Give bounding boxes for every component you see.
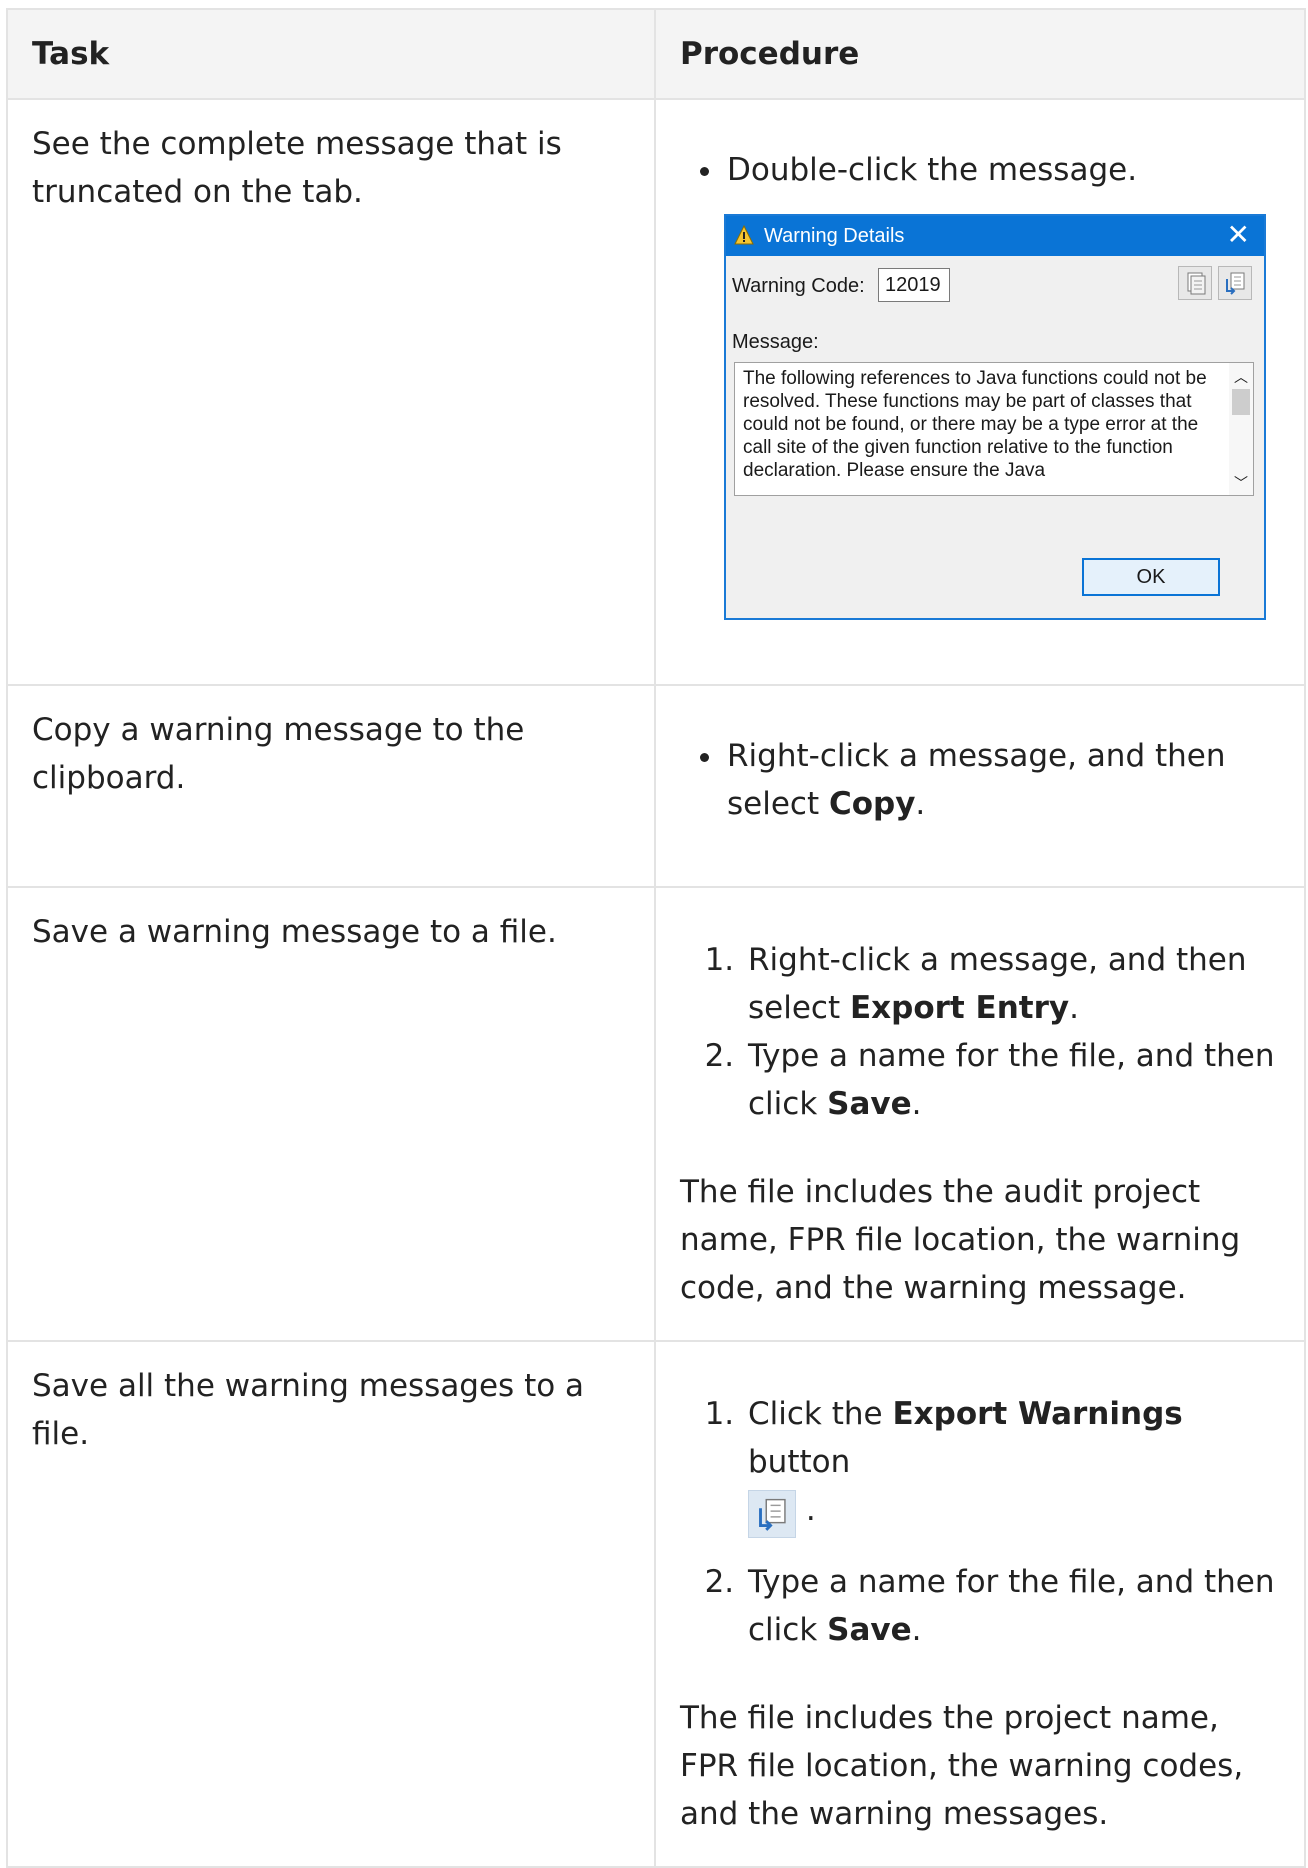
message-label: Message:	[732, 331, 819, 353]
dialog-wrapper: Warning Details ✕ Warning Code: 12019 Me…	[680, 214, 1280, 620]
procedure-step: Right-click a message, and then select C…	[725, 732, 1280, 828]
step-text: .	[911, 1086, 922, 1122]
copy-button[interactable]	[1178, 266, 1212, 300]
step-text: .	[805, 1492, 816, 1528]
step-text: .	[1069, 990, 1079, 1026]
table-row: Save all the warning messages to a file.…	[6, 1340, 1306, 1868]
export-warnings-icon	[759, 1498, 786, 1531]
ok-button[interactable]: OK	[1082, 558, 1220, 596]
procedure-cell: Right-click a message, and then select C…	[654, 684, 1306, 888]
export-warnings-button[interactable]	[748, 1490, 796, 1538]
task-procedure-table: Task Procedure See the complete message …	[6, 8, 1306, 1868]
close-icon[interactable]: ✕	[1227, 220, 1250, 250]
task-cell: See the complete message that is truncat…	[6, 98, 656, 686]
scroll-down-icon[interactable]: ﹀	[1234, 471, 1248, 495]
copy-icon	[1187, 272, 1206, 295]
step-bold: Export Entry	[849, 990, 1070, 1026]
task-cell: Save a warning message to a file.	[6, 886, 656, 1342]
table-row: Copy a warning message to the clipboard.…	[6, 684, 1306, 888]
procedure-note: The file includes the project name, FPR …	[680, 1700, 1244, 1832]
procedure-step: Click the Export Warnings button .	[744, 1390, 1280, 1538]
procedure-list: Right-click a message, and then select E…	[680, 936, 1280, 1128]
dialog-title: Warning Details	[764, 225, 905, 247]
task-cell: Copy a warning message to the clipboard.	[6, 684, 656, 888]
step-bold: Save	[827, 1612, 912, 1648]
step-text: Right-click a message, and then select	[727, 738, 1226, 822]
procedure-cell: Double-click the message. Warning Detail…	[654, 98, 1306, 686]
step-text: .	[915, 786, 926, 822]
dialog-titlebar: Warning Details ✕	[726, 216, 1264, 256]
export-button[interactable]	[1218, 266, 1252, 300]
procedure-cell: Click the Export Warnings button . Type …	[654, 1340, 1306, 1868]
task-cell: Save all the warning messages to a file.	[6, 1340, 656, 1868]
message-textarea[interactable]: The following references to Java functio…	[734, 362, 1254, 496]
export-icon	[1226, 272, 1245, 295]
warning-code-label: Warning Code:	[732, 275, 865, 297]
header-procedure: Procedure	[654, 8, 1306, 100]
table-header-row: Task Procedure	[6, 8, 1306, 100]
warning-details-dialog: Warning Details ✕ Warning Code: 12019 Me…	[724, 214, 1266, 620]
warning-code-field[interactable]: 12019	[878, 268, 950, 302]
procedure-list: Right-click a message, and then select C…	[680, 732, 1280, 828]
step-text: button	[748, 1444, 851, 1480]
warning-icon	[734, 224, 754, 245]
step-bold: Save	[827, 1086, 912, 1122]
procedure-cell: Right-click a message, and then select E…	[654, 886, 1306, 1342]
procedure-step: Type a name for the file, and then click…	[744, 1558, 1280, 1654]
step-text: .	[911, 1612, 922, 1648]
header-task: Task	[6, 8, 656, 100]
table-row: See the complete message that is truncat…	[6, 98, 1306, 686]
procedure-step: Type a name for the file, and then click…	[744, 1032, 1280, 1128]
procedure-step: Right-click a message, and then select E…	[744, 936, 1280, 1032]
procedure-list: Click the Export Warnings button . Type …	[680, 1390, 1280, 1654]
scroll-up-icon[interactable]: ︿	[1234, 365, 1248, 389]
step-bold: Copy	[828, 786, 916, 822]
table-row: Save a warning message to a file. Right-…	[6, 886, 1306, 1342]
message-text: The following references to Java functio…	[743, 368, 1207, 481]
procedure-step: Double-click the message.	[725, 146, 1280, 194]
scroll-thumb[interactable]	[1232, 389, 1250, 415]
procedure-note: The file includes the audit project name…	[680, 1174, 1241, 1306]
step-text: Click the	[748, 1396, 893, 1432]
message-scrollbar[interactable]: ︿ ﹀	[1229, 363, 1253, 495]
procedure-list: Double-click the message.	[680, 146, 1280, 194]
step-bold: Export Warnings	[892, 1396, 1183, 1432]
